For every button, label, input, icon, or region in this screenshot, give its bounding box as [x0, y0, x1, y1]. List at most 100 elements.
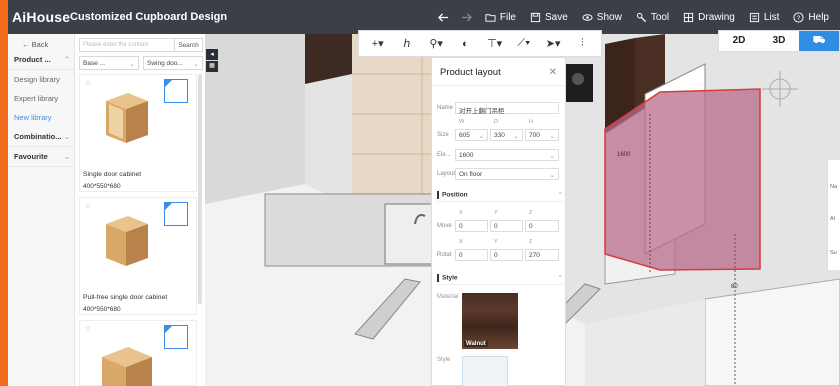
- cabinet-image: [102, 347, 152, 386]
- move-z-value: 0: [529, 223, 533, 230]
- height-field[interactable]: 700 ⌄: [525, 129, 559, 141]
- pointer-icon[interactable]: ➤▾: [541, 37, 565, 50]
- material-name: Walnut: [464, 341, 488, 347]
- elevation-row: Ele... 1600 ⌄: [437, 149, 563, 161]
- search-button[interactable]: Search: [174, 39, 202, 51]
- item-thumbnail[interactable]: [164, 202, 188, 226]
- item-name: Pull-free single door cabinet: [83, 294, 168, 301]
- search-bar: Please enter the content Search: [79, 38, 203, 52]
- style-section-header[interactable]: Style ⌃: [437, 271, 563, 285]
- position-section-header[interactable]: Position ⌃: [437, 188, 563, 202]
- elevation-field[interactable]: 1600 ⌄: [455, 149, 559, 161]
- star-icon[interactable]: ☆: [85, 79, 91, 87]
- redo-icon: [461, 12, 472, 22]
- ruler-icon[interactable]: ⟋▾: [512, 37, 536, 50]
- accent-strip: [0, 0, 8, 386]
- nav-new-library[interactable]: New library: [8, 108, 74, 127]
- axis-label: X: [459, 210, 463, 216]
- paint-roller-icon[interactable]: ⊤▾: [483, 37, 507, 50]
- rotate-z-field[interactable]: 270: [525, 249, 559, 261]
- material-swatch[interactable]: Walnut: [462, 293, 518, 349]
- library-item-card[interactable]: ☆: [79, 320, 197, 386]
- save-menu[interactable]: Save: [523, 12, 575, 23]
- category-select[interactable]: Base ... ⌄: [79, 56, 139, 70]
- search-input[interactable]: Please enter the content: [80, 39, 174, 51]
- axis-label: X: [459, 239, 463, 245]
- list-menu[interactable]: List: [742, 12, 787, 23]
- move-z-field[interactable]: 0: [525, 220, 559, 232]
- nav-combination[interactable]: Combinatio... ⌄: [8, 127, 74, 147]
- drawing-menu[interactable]: Drawing: [676, 12, 742, 23]
- layout-select[interactable]: On floor ⌄: [455, 168, 559, 180]
- show-menu[interactable]: Show: [575, 12, 629, 23]
- move-row: Move 0 0 0: [437, 220, 563, 232]
- nav-product[interactable]: Product ... ⌃: [8, 50, 74, 70]
- star-icon[interactable]: ☆: [85, 202, 91, 210]
- item-thumbnail[interactable]: [164, 325, 188, 349]
- palette-icon[interactable]: ◐: [453, 38, 477, 50]
- show-label: Show: [596, 11, 622, 23]
- size-row: Size 605 ⌄ 330 ⌄ 700 ⌄: [437, 129, 563, 141]
- back-link[interactable]: ← Back: [8, 34, 74, 50]
- brand-text: AiHouse: [12, 9, 71, 25]
- save-icon: [530, 12, 541, 22]
- align-icon[interactable]: ⚲▾: [424, 37, 448, 50]
- library-item-card[interactable]: ☆ Pull-free single door cabinet 400*550*…: [79, 197, 197, 315]
- back-label: Back: [31, 40, 49, 49]
- nav-favourite[interactable]: Favourite ⌄: [8, 147, 74, 167]
- drawing-label: Drawing: [698, 11, 735, 23]
- undo-button[interactable]: [432, 12, 455, 23]
- item-thumbnail[interactable]: [164, 79, 188, 103]
- grid-view-button[interactable]: ▦: [206, 61, 218, 72]
- elevation-value: 1600: [459, 152, 474, 159]
- size-label: Size: [437, 132, 449, 138]
- depth-value: 330: [494, 132, 505, 139]
- panel-title: Product layout: [440, 67, 501, 78]
- panel-header: Product layout ✕: [432, 58, 565, 86]
- move-x-field[interactable]: 0: [455, 220, 488, 232]
- tool-menu[interactable]: Tool: [629, 12, 676, 23]
- width-field[interactable]: 605 ⌄: [455, 129, 488, 141]
- redo-button[interactable]: [455, 12, 478, 23]
- library-item-card[interactable]: ☆ Single door cabinet 400*550*680: [79, 74, 197, 192]
- rotate-y-field[interactable]: 0: [490, 249, 523, 261]
- nav-design-library[interactable]: Design library: [8, 70, 74, 89]
- style-preview[interactable]: [462, 356, 508, 386]
- nav-expert-library[interactable]: Expert library: [8, 89, 74, 108]
- move-y-field[interactable]: 0: [490, 220, 523, 232]
- axis-label: H: [529, 119, 533, 125]
- name-row: Name 对开上翻门吊柜: [437, 102, 563, 115]
- chevron-down-icon: ⌄: [63, 152, 70, 161]
- item-dimensions: 400*550*680: [83, 306, 121, 313]
- rotate-x-field[interactable]: 0: [455, 249, 488, 261]
- adjust-icon[interactable]: ⫶: [570, 37, 594, 50]
- measure-icon[interactable]: ℎ: [395, 37, 419, 50]
- axis-label: Y: [494, 210, 498, 216]
- right-side-panel: Na Al Su: [827, 160, 840, 270]
- rotate-row: Rotat 0 0 270: [437, 249, 563, 261]
- height-value: 700: [529, 132, 540, 139]
- cabinet-image: [106, 93, 148, 143]
- filter-row: Base ... ⌄ Swing doo... ⌄: [79, 56, 203, 70]
- view-mode-tabs: 2D 3D ⛟: [718, 30, 840, 52]
- tab-2d[interactable]: 2D: [719, 31, 759, 51]
- library-scrollbar[interactable]: [198, 74, 202, 304]
- star-icon[interactable]: ☆: [85, 325, 91, 333]
- tab-3d[interactable]: 3D: [759, 31, 799, 51]
- walkthrough-icon[interactable]: ⛟: [799, 31, 839, 51]
- help-menu[interactable]: ? Help: [786, 12, 836, 23]
- file-menu[interactable]: File: [478, 12, 523, 23]
- material-label: Material: [437, 294, 459, 300]
- collapse-panel-button[interactable]: ◂: [206, 49, 218, 60]
- add-icon[interactable]: +▾: [366, 37, 390, 50]
- depth-field[interactable]: 330 ⌄: [490, 129, 523, 141]
- name-field[interactable]: 对开上翻门吊柜: [455, 102, 559, 115]
- door-type-select[interactable]: Swing doo... ⌄: [143, 56, 203, 70]
- list-icon: [749, 12, 759, 22]
- rotate-label: Rotat: [437, 252, 452, 258]
- brand-logo: AiHouse: [12, 9, 70, 25]
- left-nav: ← Back Product ... ⌃ Design library Expe…: [8, 34, 75, 386]
- nav-product-label: Product ...: [14, 55, 51, 64]
- layout-value: On floor: [459, 171, 483, 178]
- close-icon[interactable]: ✕: [549, 67, 557, 78]
